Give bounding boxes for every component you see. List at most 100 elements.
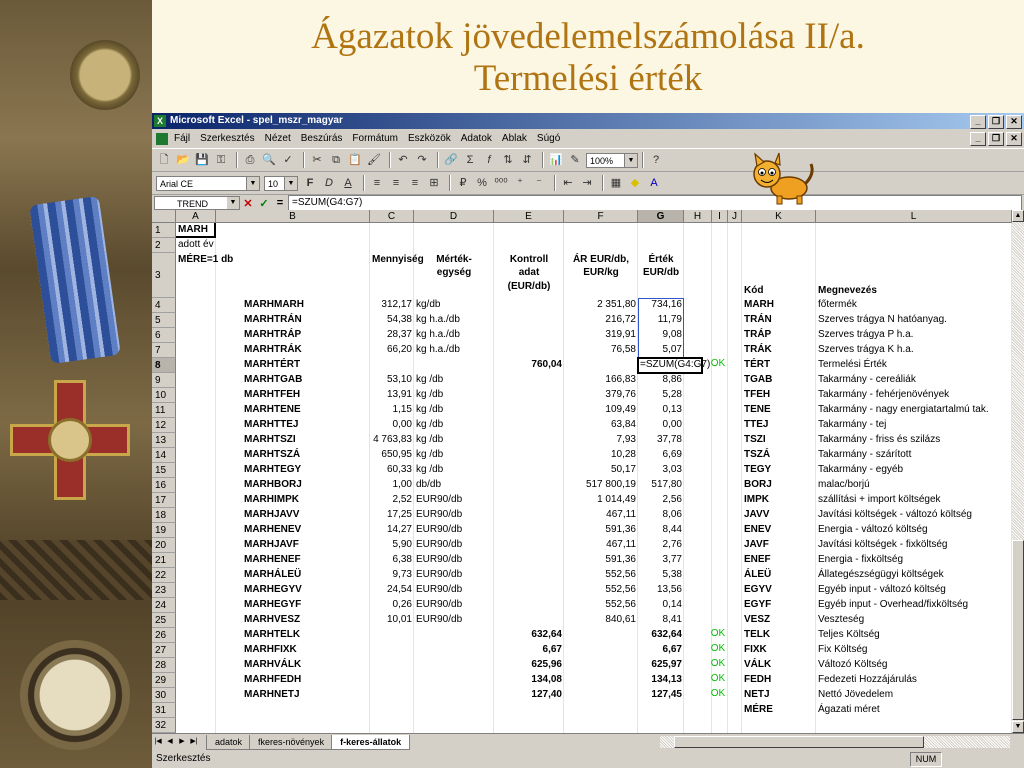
name-box[interactable]: TREND ▼ [154,196,240,210]
row-header[interactable]: 2 [152,238,176,253]
copy-icon[interactable]: ⧉ [328,152,344,168]
row-header[interactable]: 26 [152,628,176,643]
row-header[interactable]: 13 [152,433,176,448]
menu-window[interactable]: Ablak [502,129,527,148]
column-header-f[interactable]: F [564,210,638,223]
redo-icon[interactable]: ↷ [414,152,430,168]
scroll-thumb[interactable] [1012,540,1024,720]
tab-fkeres-allatok[interactable]: f-keres-állatok [331,734,411,750]
row-header[interactable]: 32 [152,718,176,733]
column-header-e[interactable]: E [494,210,564,223]
close-button[interactable]: ✕ [1006,115,1022,129]
column-header-k[interactable]: K [742,210,816,223]
function-icon[interactable]: f [481,152,497,168]
print-icon[interactable]: ⎙ [242,152,258,168]
row-header[interactable]: 8 [152,358,176,373]
next-sheet-icon[interactable]: ▶ [176,736,188,748]
row-header[interactable]: 31 [152,703,176,718]
tab-adatok[interactable]: adatok [206,734,252,750]
menu-view[interactable]: Nézet [265,129,291,148]
enter-icon[interactable]: ✓ [256,197,272,210]
open-icon[interactable]: 📂 [175,152,191,168]
currency-icon[interactable]: ₽ [455,175,471,191]
row-header[interactable]: 16 [152,478,176,493]
underline-icon[interactable]: A [340,175,356,191]
menu-file[interactable]: Fájl [174,129,190,148]
workbook-icon[interactable] [156,132,168,145]
horizontal-scrollbar[interactable] [660,736,1010,748]
column-header-g[interactable]: G [638,210,684,223]
column-header-d[interactable]: D [414,210,494,223]
hscroll-thumb[interactable] [674,736,924,748]
row-header[interactable]: 10 [152,388,176,403]
active-cell-g8[interactable]: =SZUM(G4:G7) [637,357,710,374]
doc-minimize-button[interactable]: _ [970,132,986,146]
column-header-b[interactable]: B [216,210,370,223]
align-right-icon[interactable]: ≡ [407,175,423,191]
cancel-icon[interactable]: ✕ [240,197,256,210]
row-header[interactable]: 19 [152,523,176,538]
column-header-c[interactable]: C [370,210,414,223]
row-header[interactable]: 29 [152,673,176,688]
font-color-icon[interactable]: A [646,175,662,191]
spreadsheet-grid[interactable]: A B C D E F G H I J K L 1 2 3 4 5 6 7 8 9 10 11 12 13 14 15 16 17 18 1… [152,210,1012,733]
menu-tools[interactable]: Eszközök [408,129,451,148]
scroll-up-icon[interactable]: ▲ [1012,210,1024,222]
align-left-icon[interactable]: ≡ [369,175,385,191]
row-header[interactable]: 4 [152,298,176,313]
select-all-corner[interactable] [152,210,176,223]
restore-button[interactable]: ❐ [988,115,1004,129]
merge-center-icon[interactable]: ⊞ [426,175,442,191]
row-header[interactable]: 12 [152,418,176,433]
menu-format[interactable]: Formátum [352,129,398,148]
help-icon[interactable]: ? [648,152,664,168]
menu-insert[interactable]: Beszúrás [301,129,343,148]
italic-icon[interactable]: D [321,175,337,191]
paste-icon[interactable]: 📋 [347,152,363,168]
row-header[interactable]: 21 [152,553,176,568]
row-header[interactable]: 22 [152,568,176,583]
row-header[interactable]: 6 [152,328,176,343]
menu-edit[interactable]: Szerkesztés [200,129,254,148]
row-header[interactable]: 25 [152,613,176,628]
column-header-i[interactable]: I [712,210,728,223]
row-header[interactable]: 7 [152,343,176,358]
window-titlebar[interactable]: X Microsoft Excel - spel_mszr_magyar _ ❐… [152,113,1024,129]
row-header[interactable]: 18 [152,508,176,523]
row-header[interactable]: 14 [152,448,176,463]
row-header[interactable]: 17 [152,493,176,508]
row-header[interactable]: 15 [152,463,176,478]
minimize-button[interactable]: _ [970,115,986,129]
vertical-scrollbar[interactable]: ▲ ▼ [1012,210,1024,733]
cut-icon[interactable]: ✂ [309,152,325,168]
zoom-combo[interactable]: 100% ▼ [586,152,638,168]
row-header[interactable]: 28 [152,658,176,673]
borders-icon[interactable]: ▦ [608,175,624,191]
hyperlink-icon[interactable]: 🔗 [443,152,459,168]
doc-restore-button[interactable]: ❐ [988,132,1004,146]
format-painter-icon[interactable]: 🖌 [366,152,382,168]
permission-icon[interactable]: ⚿ [213,152,229,168]
formula-input[interactable]: =SZUM(G4:G7) [288,195,1022,211]
row-header[interactable]: 20 [152,538,176,553]
bold-icon[interactable]: F [302,175,318,191]
fill-color-icon[interactable]: ◆ [627,175,643,191]
prev-sheet-icon[interactable]: ◀ [164,736,176,748]
row-header[interactable]: 11 [152,403,176,418]
increase-indent-icon[interactable]: ⇥ [579,175,595,191]
percent-icon[interactable]: % [474,175,490,191]
menu-help[interactable]: Súgó [537,129,560,148]
column-header-l[interactable]: L [816,210,1012,223]
first-sheet-icon[interactable]: |◀ [152,736,164,748]
print-preview-icon[interactable]: 🔍 [261,152,277,168]
row-header[interactable]: 30 [152,688,176,703]
sort-ascending-icon[interactable]: ⇅ [500,152,516,168]
column-header-a[interactable]: A [176,210,216,223]
increase-decimal-icon[interactable]: ⁺ [512,175,528,191]
font-combo[interactable]: Arial CE ▼ [156,175,260,191]
autosum-icon[interactable]: Σ [462,152,478,168]
row-header[interactable]: 3 [152,253,176,298]
align-center-icon[interactable]: ≡ [388,175,404,191]
sort-descending-icon[interactable]: ⇵ [519,152,535,168]
row-header[interactable]: 1 [152,223,176,238]
